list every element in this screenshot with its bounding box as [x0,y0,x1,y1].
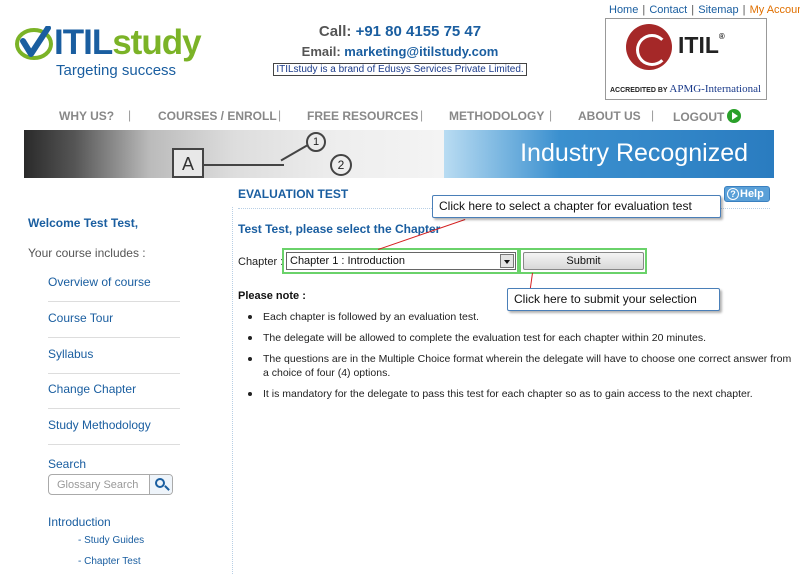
nav-methodology[interactable]: METHODOLOGY [449,109,544,123]
nav-free-resources[interactable]: FREE RESOURCES [307,109,418,123]
diagram-box: A [172,148,204,178]
logo-tagline: Targeting success [56,62,177,79]
contact-info: Call: +91 80 4155 75 47 Email: marketing… [262,23,538,76]
sidebar-item-course-tour[interactable]: Course Tour [48,311,180,325]
sidebar-item-change-chapter[interactable]: Change Chapter [48,382,180,396]
my-account-link[interactable]: My Account [750,4,800,16]
sidebar-divider-line [48,301,180,302]
diagram-circle: 1 [306,132,326,152]
search-button[interactable] [149,475,172,494]
sidebar-subitem-chapter-test[interactable]: - Chapter Test [78,556,141,567]
sidebar-item-syllabus[interactable]: Syllabus [48,347,180,361]
dropdown-arrow-icon[interactable] [500,254,514,268]
logo-word-study: study [112,23,201,62]
diagram-line [280,144,308,162]
glossary-search-box [48,474,173,495]
note-item: The questions are in the Multiple Choice… [248,352,793,380]
main-content: EVALUATION TEST ? Help Test Test, please … [238,186,800,574]
banner-blue-panel: Industry Recognized [444,130,774,178]
help-label: Help [740,188,764,200]
sidebar-divider-line [48,408,180,409]
glossary-search-input[interactable] [49,475,149,494]
hero-banner: A 1 2 Industry Recognized [24,130,774,178]
nav-separator: | [651,108,655,122]
select-chapter-prompt: Test Test, please select the Chapter [238,222,441,236]
registered-mark: ® [718,32,725,41]
itil-word: ITIL [678,32,719,58]
logo-check-icon [14,25,54,60]
notes-heading: Please note : [238,290,306,302]
call-label: Call: [318,23,356,40]
sidebar-divider-line [48,337,180,338]
note-item: It is mandatory for the delegate to pass… [248,387,793,401]
banner-diagram-image: A 1 2 [24,130,444,178]
search-icon-handle [164,485,170,491]
help-icon: ? [727,188,739,200]
email-link[interactable]: marketing@itilstudy.com [344,44,498,59]
sidebar-divider-line [48,444,180,445]
logo-word-itil: ITIL [54,23,113,62]
email-label: Email: [301,44,345,59]
email-line: Email: marketing@itilstudy.com [262,44,538,59]
sidebar-item-study-methodology[interactable]: Study Methodology [48,418,180,432]
sitemap-link[interactable]: Sitemap [698,4,738,16]
top-link-separator: | [688,4,698,16]
chapter-selected-value: Chapter 1 : Introduction [290,255,405,267]
submit-button[interactable]: Submit [523,252,644,270]
nav-why-us[interactable]: WHY US? [59,109,114,123]
contact-link[interactable]: Contact [649,4,687,16]
chapter-label: Chapter : [238,256,284,268]
submit-callout: Click here to submit your selection [507,288,720,311]
nav-logout[interactable]: LOGOUT [673,109,742,124]
apmg-name: APMG-International [669,83,762,95]
nav-separator: | [278,108,282,122]
top-link-separator: | [639,4,649,16]
course-includes-label: Your course includes : [28,246,146,260]
help-button[interactable]: ? Help [724,186,770,202]
select-chapter-callout: Click here to select a chapter for evalu… [432,195,721,218]
brand-note: ITILstudy is a brand of Edusys Services … [273,63,527,76]
nav-about-us[interactable]: ABOUT US [578,109,641,123]
call-number: +91 80 4155 75 47 [355,23,482,40]
home-link[interactable]: Home [609,4,638,16]
itil-accreditation-badge: ITIL® ACCREDITED BY APMG-International [605,18,767,100]
main-nav: WHY US? | COURSES / ENROLL | FREE RESOUR… [0,102,800,130]
header: ITILstudy Targeting success Call: +91 80… [0,0,800,100]
accredited-label: ACCREDITED BY [610,87,668,94]
welcome-text: Welcome Test Test, [28,216,139,230]
sidebar-divider [232,207,233,574]
chapter-select[interactable]: Chapter 1 : Introduction [286,252,516,270]
note-item: The delegate will be allowed to complete… [248,331,793,345]
logo-wordmark: ITILstudy [54,23,202,62]
sidebar-divider-line [48,373,180,374]
notes-list: Each chapter is followed by an evaluatio… [248,310,793,408]
top-links: Home | Contact | Sitemap | My Account [609,4,800,16]
sidebar-item-introduction[interactable]: Introduction [48,515,111,529]
itilstudy-logo[interactable]: ITILstudy Targeting success [14,23,202,79]
nav-separator: | [549,108,553,122]
sidebar-subitem-study-guides[interactable]: - Study Guides [78,535,144,546]
nav-courses-enroll[interactable]: COURSES / ENROLL [158,109,277,123]
logout-label: LOGOUT [673,110,725,124]
search-label: Search [48,457,87,471]
top-link-separator: | [739,4,749,16]
sidebar: Welcome Test Test, Your course includes … [0,198,232,574]
banner-headline: Industry Recognized [520,139,748,167]
itil-badge-text: ITIL® [678,32,725,59]
play-arrow-icon [727,109,742,123]
accredited-by: ACCREDITED BY APMG-International [610,83,761,95]
diagram-line [204,164,284,166]
call-line: Call: +91 80 4155 75 47 [262,23,538,40]
nav-separator: | [420,108,424,122]
note-item: Each chapter is followed by an evaluatio… [248,310,793,324]
page-title: EVALUATION TEST [238,187,349,201]
diagram-circle: 2 [330,154,352,176]
sidebar-item-overview[interactable]: Overview of course [48,275,180,289]
nav-separator: | [128,108,132,122]
itil-swirl-icon [626,24,672,70]
